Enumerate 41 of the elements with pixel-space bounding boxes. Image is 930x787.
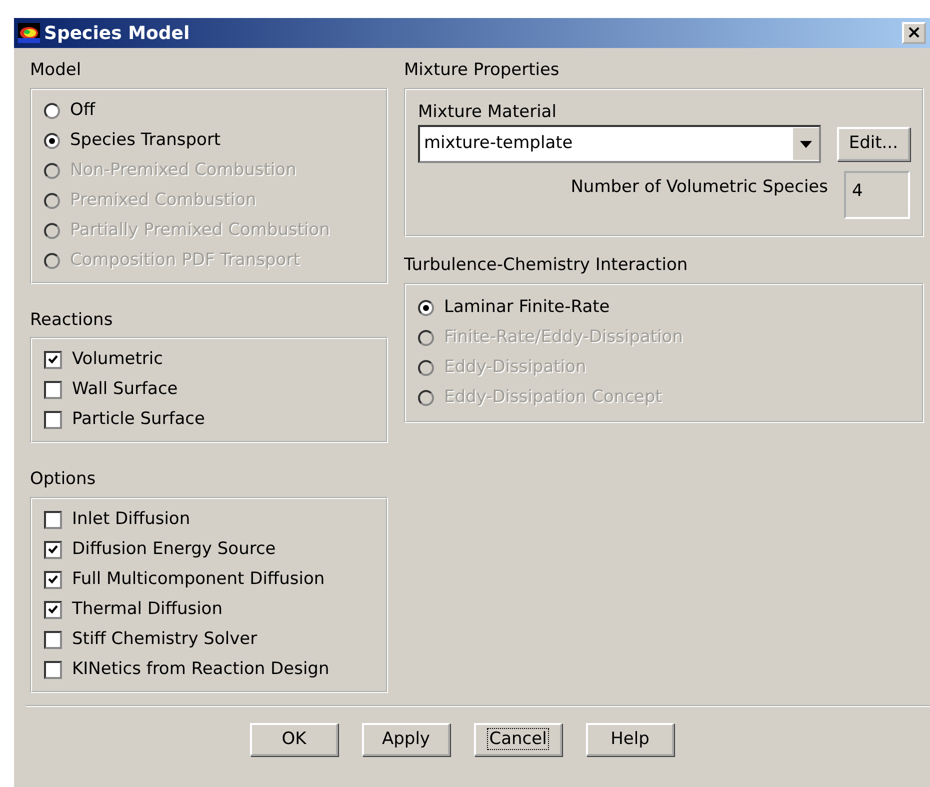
- checkbox-label: Inlet Diffusion: [72, 508, 190, 531]
- checkbox[interactable]: [44, 540, 62, 558]
- checkbox[interactable]: [44, 600, 62, 618]
- checkbox[interactable]: [44, 411, 62, 429]
- dropdown-field[interactable]: mixture-template: [418, 125, 821, 163]
- close-button[interactable]: ×: [902, 22, 926, 44]
- dialog-button[interactable]: OK: [250, 722, 338, 756]
- group-label: Reactions: [30, 308, 114, 332]
- checkbox[interactable]: [44, 570, 62, 588]
- radio-label: Species Transport: [70, 128, 221, 152]
- checkbox-label: Volumetric: [72, 348, 163, 372]
- checkbox-label: Full Multicomponent Diffusion: [72, 568, 325, 591]
- field-label: Number of Volumetric Species: [570, 176, 828, 199]
- number-field: 4: [844, 171, 910, 219]
- checkbox[interactable]: [44, 630, 62, 648]
- checkbox-label: Particle Surface: [72, 408, 205, 432]
- radio-label: Laminar Finite-Rate: [444, 296, 610, 319]
- edit-button[interactable]: Edit...: [836, 127, 910, 161]
- checkbox[interactable]: [44, 510, 62, 528]
- group-label: Options: [30, 468, 97, 491]
- field-label: Mixture Material: [418, 100, 558, 124]
- dialog-button[interactable]: Apply: [362, 722, 450, 756]
- group-label: Turbulence-Chemistry Interaction: [404, 254, 689, 277]
- group-label: Model: [30, 59, 82, 82]
- dialog-button[interactable]: Cancel: [474, 722, 562, 756]
- radio-button[interactable]: [418, 300, 434, 316]
- checkbox[interactable]: [44, 351, 62, 369]
- radio-button[interactable]: [44, 132, 60, 148]
- checkbox[interactable]: [44, 660, 62, 678]
- radio-label: Off: [70, 98, 96, 122]
- checkbox-label: Thermal Diffusion: [72, 598, 222, 621]
- checkbox-label: Stiff Chemistry Solver: [72, 628, 258, 651]
- checkbox-label: KINetics from Reaction Design: [72, 658, 330, 681]
- checkbox[interactable]: [44, 381, 62, 399]
- checkbox-label: Wall Surface: [72, 378, 178, 402]
- radio-button[interactable]: [44, 102, 60, 118]
- dialog-button[interactable]: Help: [586, 722, 674, 756]
- checkbox-label: Diffusion Energy Source: [72, 538, 276, 561]
- app-icon: [18, 23, 40, 43]
- group-label: Mixture Properties: [404, 59, 560, 82]
- window-title: Species Model: [44, 22, 191, 46]
